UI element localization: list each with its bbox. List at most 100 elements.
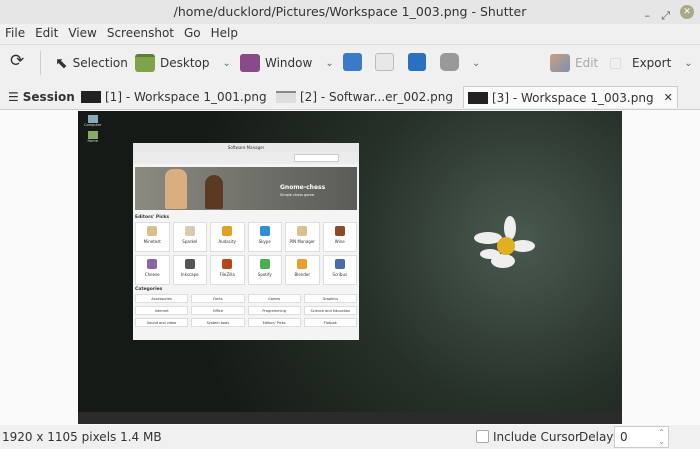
tab-workspace-001[interactable]: [1] - Workspace 1_001.png✕ [77, 86, 290, 108]
edit-button[interactable]: Edit [550, 53, 598, 73]
spinner-arrows-icon[interactable]: ⌃ ⌄ [658, 428, 665, 446]
menu-go[interactable]: Go [179, 24, 206, 44]
chevron-down-icon[interactable]: ⌄ [325, 58, 333, 69]
banner: Gnome-chess Simple chess game [135, 167, 357, 210]
app-icon [297, 226, 308, 236]
menu-edit[interactable]: Edit [30, 24, 63, 44]
app-icon [184, 226, 195, 236]
app-label: Audacity [218, 239, 236, 244]
chevron-down-icon[interactable]: ⌄ [684, 58, 692, 69]
chess-piece-image [165, 169, 187, 209]
edit-icon [550, 54, 570, 72]
app-icon [259, 226, 270, 236]
menu-help[interactable]: Help [206, 24, 243, 44]
export-button[interactable]: Export ⌄ [610, 53, 693, 73]
edit-label: Edit [575, 56, 599, 70]
thumbnail-icon [468, 91, 488, 104]
divider [40, 51, 41, 75]
app-tile: FileZilla [210, 255, 245, 285]
tab-software-manager-002[interactable]: [2] - Softwar...er_002.png✕ [272, 86, 476, 108]
app-tile: Audacity [210, 222, 245, 252]
close-tab-icon[interactable]: ✕ [664, 91, 673, 104]
banner-subtitle: Simple chess game [280, 193, 315, 197]
help-capture-icon[interactable] [408, 53, 426, 71]
app-tile: Wine [322, 222, 357, 252]
category-button: Sound and video [135, 318, 189, 327]
delay-value: 0 [620, 430, 628, 444]
desktop-icons: Computer Home [84, 115, 101, 143]
tab-label: [1] - Workspace 1_001.png [105, 90, 267, 104]
image-viewer[interactable]: Computer Home Software Manager Gnome-che… [0, 109, 700, 425]
selection-label: Selection [72, 56, 128, 70]
category-button: Flatpak [303, 318, 357, 327]
section-heading: Editors' Picks [135, 215, 170, 220]
window-title: /home/ducklord/Pictures/Workspace 1_003.… [173, 4, 527, 19]
category-button: Games [247, 294, 301, 303]
category-button: Fonts [191, 294, 245, 303]
software-manager-window: Software Manager Gnome-chess Simple ches… [133, 143, 359, 340]
refresh-button[interactable]: ⟳ [10, 51, 24, 71]
desktop-button[interactable]: Desktop ⌄ [135, 53, 231, 73]
web-capture-icon[interactable] [440, 53, 459, 71]
app-label: Scribus [332, 272, 348, 277]
app-icon [297, 259, 308, 269]
delay-spinner[interactable]: 0 ⌃ ⌄ [614, 426, 669, 448]
tab-label: [3] - Workspace 1_003.png [492, 90, 654, 105]
chevron-down-icon[interactable]: ⌄ [472, 53, 480, 73]
refresh-icon: ⟳ [10, 51, 25, 71]
app-icon [184, 259, 195, 269]
section-heading: Categories [135, 287, 163, 292]
tab-bar: ☰Session [1] - Workspace 1_001.png✕ [2] … [0, 84, 700, 109]
desktop-icon-label: Home [87, 139, 98, 143]
flower-image [474, 216, 535, 268]
menu-bar: File Edit View Screenshot Go Help [0, 24, 700, 44]
app-tile: Skype [247, 222, 282, 252]
tab-workspace-003[interactable]: [3] - Workspace 1_003.png ✕ [463, 86, 678, 108]
app-label: Wine [334, 239, 345, 244]
include-cursor-label: Include Cursor [493, 430, 580, 444]
toolbar: ⟳ ⬉ Selection Desktop ⌄ Window ⌄ ⌄ Edit Exp… [0, 44, 700, 80]
category-button: Graphics [303, 294, 357, 303]
tooltip-capture-icon[interactable] [375, 53, 394, 71]
session-label: Session [22, 90, 75, 104]
category-button: Programming [247, 306, 301, 315]
search-field [294, 154, 339, 162]
menu-file[interactable]: File [0, 24, 30, 44]
app-label: Minetest [143, 239, 161, 244]
include-cursor-checkbox[interactable] [476, 430, 489, 443]
window-button[interactable]: Window ⌄ [240, 53, 334, 73]
thumbnail-icon [276, 91, 296, 103]
app-icon [147, 226, 158, 236]
menu-screenshot[interactable]: Screenshot [102, 24, 179, 44]
app-label: Sparkel [182, 239, 198, 244]
app-icon [334, 259, 345, 269]
app-tile: Sparkel [172, 222, 207, 252]
image-info: 1920 x 1105 pixels 1.4 MB [2, 430, 162, 444]
menu-view[interactable]: View [63, 24, 101, 44]
desktop-icon-label: Computer [84, 123, 102, 127]
app-title: Software Manager [133, 143, 359, 152]
category-button: Accessories [135, 294, 189, 303]
tab-session[interactable]: ☰ Session [4, 86, 79, 108]
app-label: Spotify [257, 272, 272, 277]
banner-title: Gnome-chess [280, 184, 326, 191]
app-icon [334, 226, 345, 236]
screenshot-image: Computer Home Software Manager Gnome-che… [78, 111, 622, 424]
export-icon [610, 57, 621, 69]
chevron-down-icon[interactable]: ⌄ [223, 58, 231, 69]
window-label: Window [265, 56, 313, 70]
app-label: Skype [258, 239, 271, 244]
app-tile: Blender [285, 255, 320, 285]
category-button: Internet [135, 306, 189, 315]
menu-capture-icon[interactable] [343, 53, 362, 71]
category-button: System tools [191, 318, 245, 327]
app-icon [222, 259, 233, 269]
computer-icon [87, 115, 98, 123]
category-button: Editors' Picks [247, 318, 301, 327]
close-button[interactable]: ✕ [680, 5, 694, 19]
export-label: Export [632, 56, 672, 70]
selection-button[interactable]: ⬉ Selection [55, 53, 128, 73]
window-icon [240, 54, 260, 72]
app-tile: Scribus [322, 255, 357, 285]
list-icon: ☰ [8, 90, 19, 104]
